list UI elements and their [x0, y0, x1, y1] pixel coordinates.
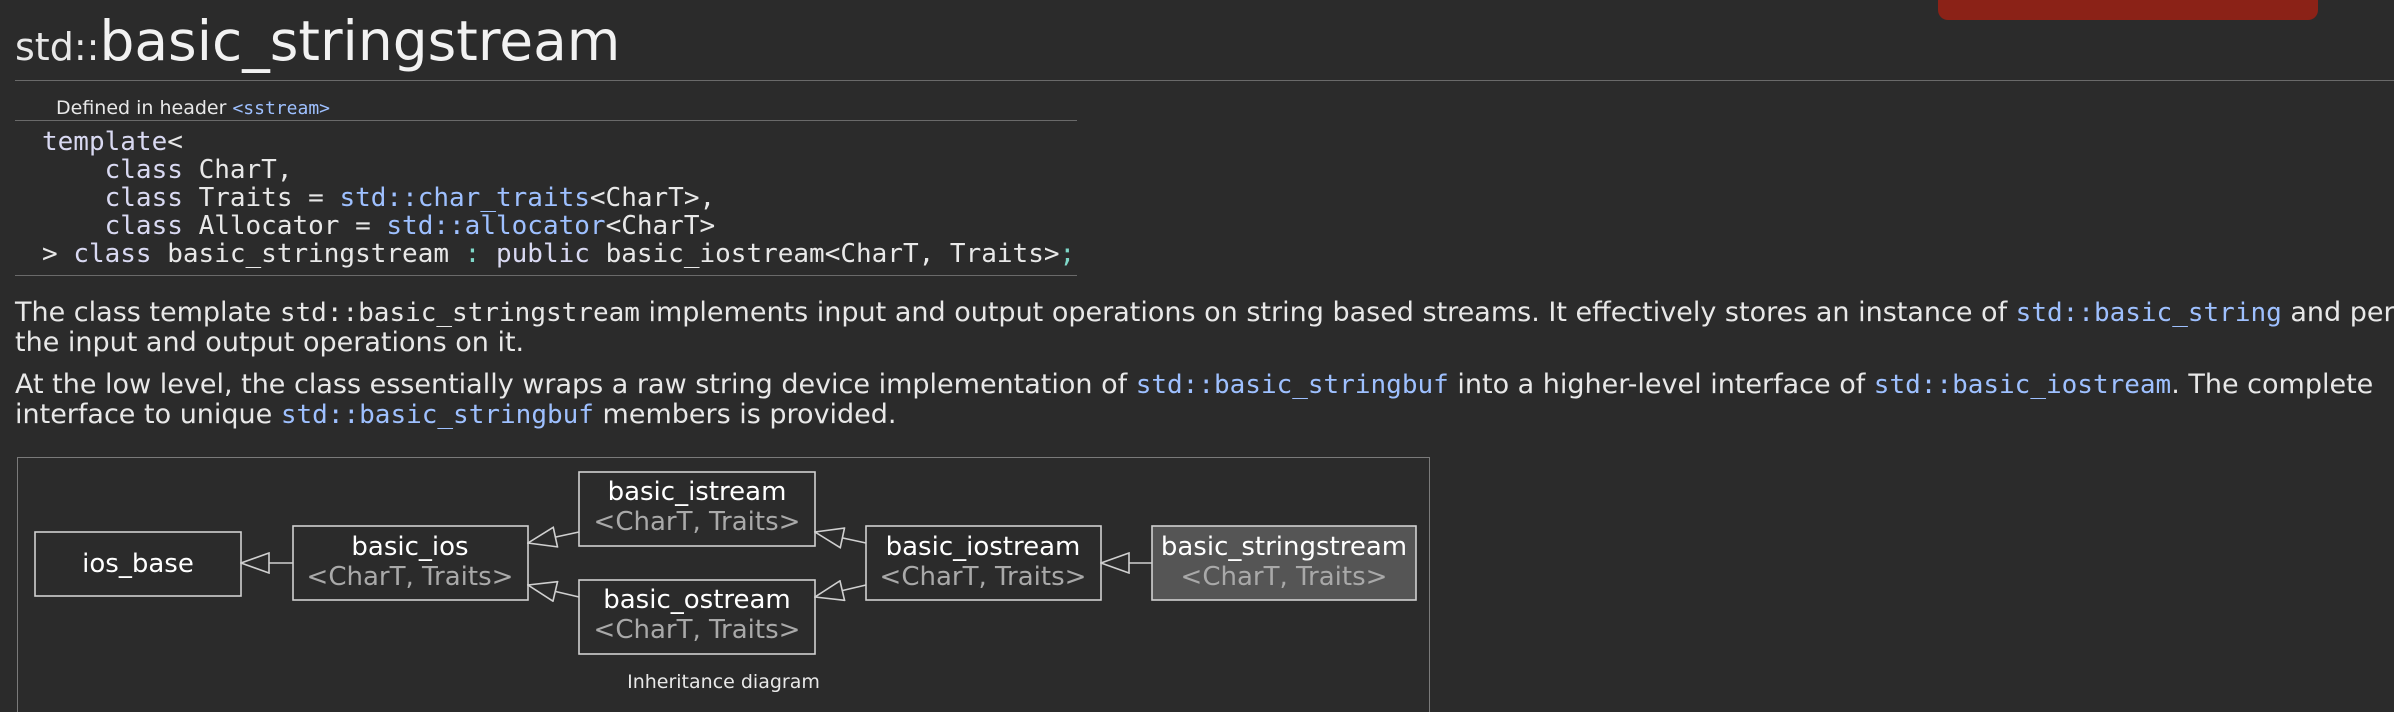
basic-iostream-link[interactable]: std::basic_iostream [1874, 370, 2171, 400]
p1-text-line2: the input and output operations on it. [15, 327, 525, 358]
declaration-top-divider [15, 120, 1077, 121]
page: std::basic_stringstream Defined in heade… [0, 0, 2394, 712]
p2-text-c: . The complete [2171, 369, 2374, 400]
description-paragraph-2: At the low level, the class essentially … [15, 369, 2394, 431]
param-allocator: Allocator = [198, 211, 371, 241]
p2-text-d: interface to unique [15, 399, 281, 430]
node-ios-base[interactable]: ios_base [34, 531, 242, 597]
node-basic-iostream-title: basic_iostream [886, 532, 1081, 562]
p2-text-e: members is provided. [593, 399, 897, 430]
declared-class-name: basic_stringstream [167, 239, 450, 269]
class-keyword-3: class [104, 211, 183, 241]
p2-text-b: into a higher-level interface of [1448, 369, 1874, 400]
declaration-code: template< class CharT, class Traits = st… [42, 128, 1075, 268]
edge-istream-to-ios [528, 532, 580, 543]
p1-text-a: The class template [15, 297, 280, 328]
node-basic-istream-sub: <CharT, Traits> [594, 507, 801, 537]
header-link[interactable]: <sstream> [232, 98, 330, 119]
basic-stringbuf-link-1[interactable]: std::basic_stringbuf [1136, 370, 1449, 400]
description-paragraph-1: The class template std::basic_stringstre… [15, 298, 2394, 358]
edge-ostream-to-ios [528, 585, 580, 597]
basic-stringbuf-link-2[interactable]: std::basic_stringbuf [281, 400, 594, 430]
param-traits-tail: <CharT>, [589, 183, 716, 213]
title-divider [15, 80, 2394, 81]
node-basic-stringstream-title: basic_stringstream [1161, 532, 1407, 562]
node-basic-ostream-sub: <CharT, Traits> [594, 615, 801, 645]
node-basic-ios[interactable]: basic_ios <CharT, Traits> [292, 525, 529, 601]
p1-text-b: implements input and output operations o… [639, 297, 2016, 328]
node-basic-ios-title: basic_ios [351, 532, 468, 562]
defined-in-label: Defined in header [56, 97, 227, 119]
node-basic-iostream-sub: <CharT, Traits> [880, 562, 1087, 592]
class-keyword-4: class [73, 239, 152, 269]
p1-code: std::basic_stringstream [279, 298, 640, 328]
page-title: std::basic_stringstream [15, 14, 620, 69]
public-keyword: public [495, 239, 590, 269]
template-close: > [42, 239, 58, 269]
edge-iostream-to-istream [815, 532, 867, 543]
p2-text-a: At the low level, the class essentially … [15, 369, 1136, 400]
base-class: basic_iostream<CharT, Traits> [605, 239, 1060, 269]
node-basic-istream[interactable]: basic_istream <CharT, Traits> [578, 471, 816, 547]
node-basic-ostream[interactable]: basic_ostream <CharT, Traits> [578, 579, 816, 655]
param-traits: Traits = [198, 183, 324, 213]
node-basic-stringstream[interactable]: basic_stringstream <CharT, Traits> [1151, 525, 1417, 601]
param-allocator-tail: <CharT> [605, 211, 716, 241]
node-basic-stringstream-sub: <CharT, Traits> [1181, 562, 1388, 592]
diagram-caption: Inheritance diagram [627, 671, 820, 693]
p1-text-c: and performs [2290, 297, 2394, 328]
param-chart: CharT, [198, 155, 293, 185]
allocator-link[interactable]: std::allocator [386, 211, 605, 241]
template-open: < [167, 127, 183, 157]
defined-in-header: Defined in header <sstream> [56, 97, 330, 119]
class-keyword-1: class [104, 155, 183, 185]
char-traits-link[interactable]: std::char_traits [339, 183, 589, 213]
node-basic-ios-sub: <CharT, Traits> [307, 562, 514, 592]
inheritance-diagram: ios_base basic_ios <CharT, Traits> basic… [17, 457, 1430, 712]
node-basic-ostream-title: basic_ostream [603, 585, 791, 615]
declaration-semicolon: ; [1059, 239, 1076, 269]
node-basic-iostream[interactable]: basic_iostream <CharT, Traits> [865, 525, 1102, 601]
inheritance-colon: : [464, 239, 481, 269]
title-namespace: std:: [15, 25, 100, 69]
declaration-bottom-divider [15, 275, 1077, 276]
basic-string-link[interactable]: std::basic_string [2016, 298, 2282, 328]
template-keyword: template [42, 127, 168, 157]
edge-iostream-to-ostream [815, 585, 867, 597]
node-basic-istream-title: basic_istream [608, 477, 787, 507]
top-banner[interactable] [1938, 0, 2318, 20]
title-name: basic_stringstream [99, 9, 621, 73]
class-keyword-2: class [104, 183, 183, 213]
node-ios-base-title: ios_base [82, 549, 194, 579]
